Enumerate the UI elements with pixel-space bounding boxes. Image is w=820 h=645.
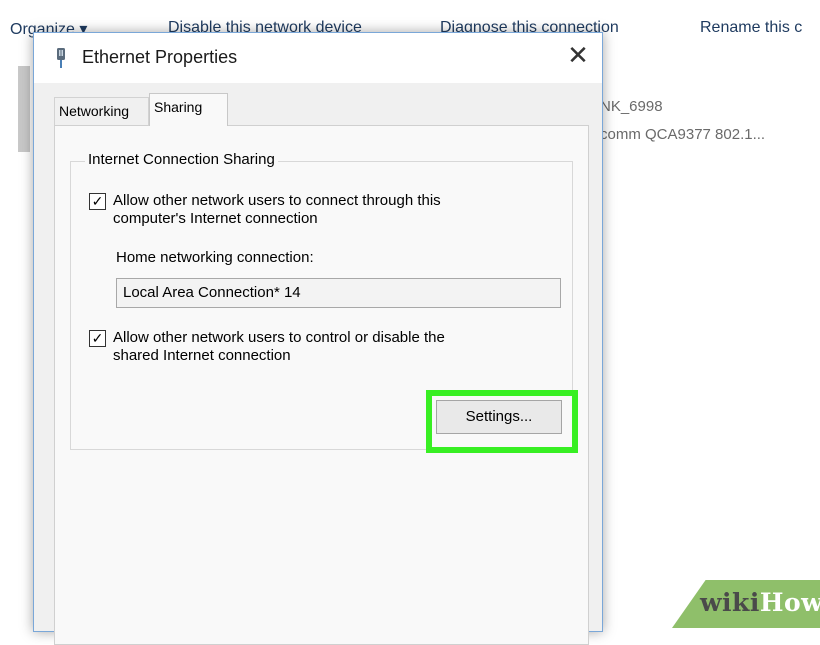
allow-connect-checkbox[interactable]: ✓ <box>89 193 106 210</box>
dialog-title: Ethernet Properties <box>82 47 238 67</box>
allow-control-label-line1: Allow other network users to control or … <box>113 329 445 346</box>
tab-networking[interactable]: Networking <box>54 97 149 125</box>
home-networking-label: Home networking connection: <box>116 249 314 266</box>
allow-control-checkbox[interactable]: ✓ <box>89 330 106 347</box>
settings-button[interactable]: Settings... <box>436 400 562 434</box>
allow-connect-label-line2: computer's Internet connection <box>113 210 318 227</box>
adapter-name: NK_6998 <box>600 98 663 115</box>
allow-connect-label-line1: Allow other network users to connect thr… <box>113 192 441 209</box>
network-adapter-icon <box>57 48 65 68</box>
internet-connection-sharing-group: Internet Connection Sharing ✓ Allow othe… <box>70 151 578 453</box>
allow-control-label-line2: shared Internet connection <box>113 347 291 364</box>
tab-sharing[interactable]: Sharing <box>149 93 228 126</box>
rename-connection-button[interactable]: Rename this c <box>700 19 802 37</box>
sharing-panel: Internet Connection Sharing ✓ Allow othe… <box>54 125 589 645</box>
ethernet-properties-dialog: Ethernet Properties ✕ Networking Sharing… <box>33 32 603 645</box>
title-bar[interactable]: Ethernet Properties ✕ <box>34 33 602 83</box>
explorer-scrollbar[interactable] <box>18 66 30 152</box>
close-icon[interactable]: ✕ <box>554 33 602 79</box>
group-title: Internet Connection Sharing <box>85 151 278 168</box>
watermark-how: How <box>759 588 820 617</box>
adapter-description: comm QCA9377 802.1... <box>600 126 766 143</box>
watermark-wiki: wiki <box>700 588 760 617</box>
wikihow-watermark: wikiHow <box>700 588 820 617</box>
home-networking-field[interactable]: Local Area Connection* 14 <box>116 278 561 308</box>
